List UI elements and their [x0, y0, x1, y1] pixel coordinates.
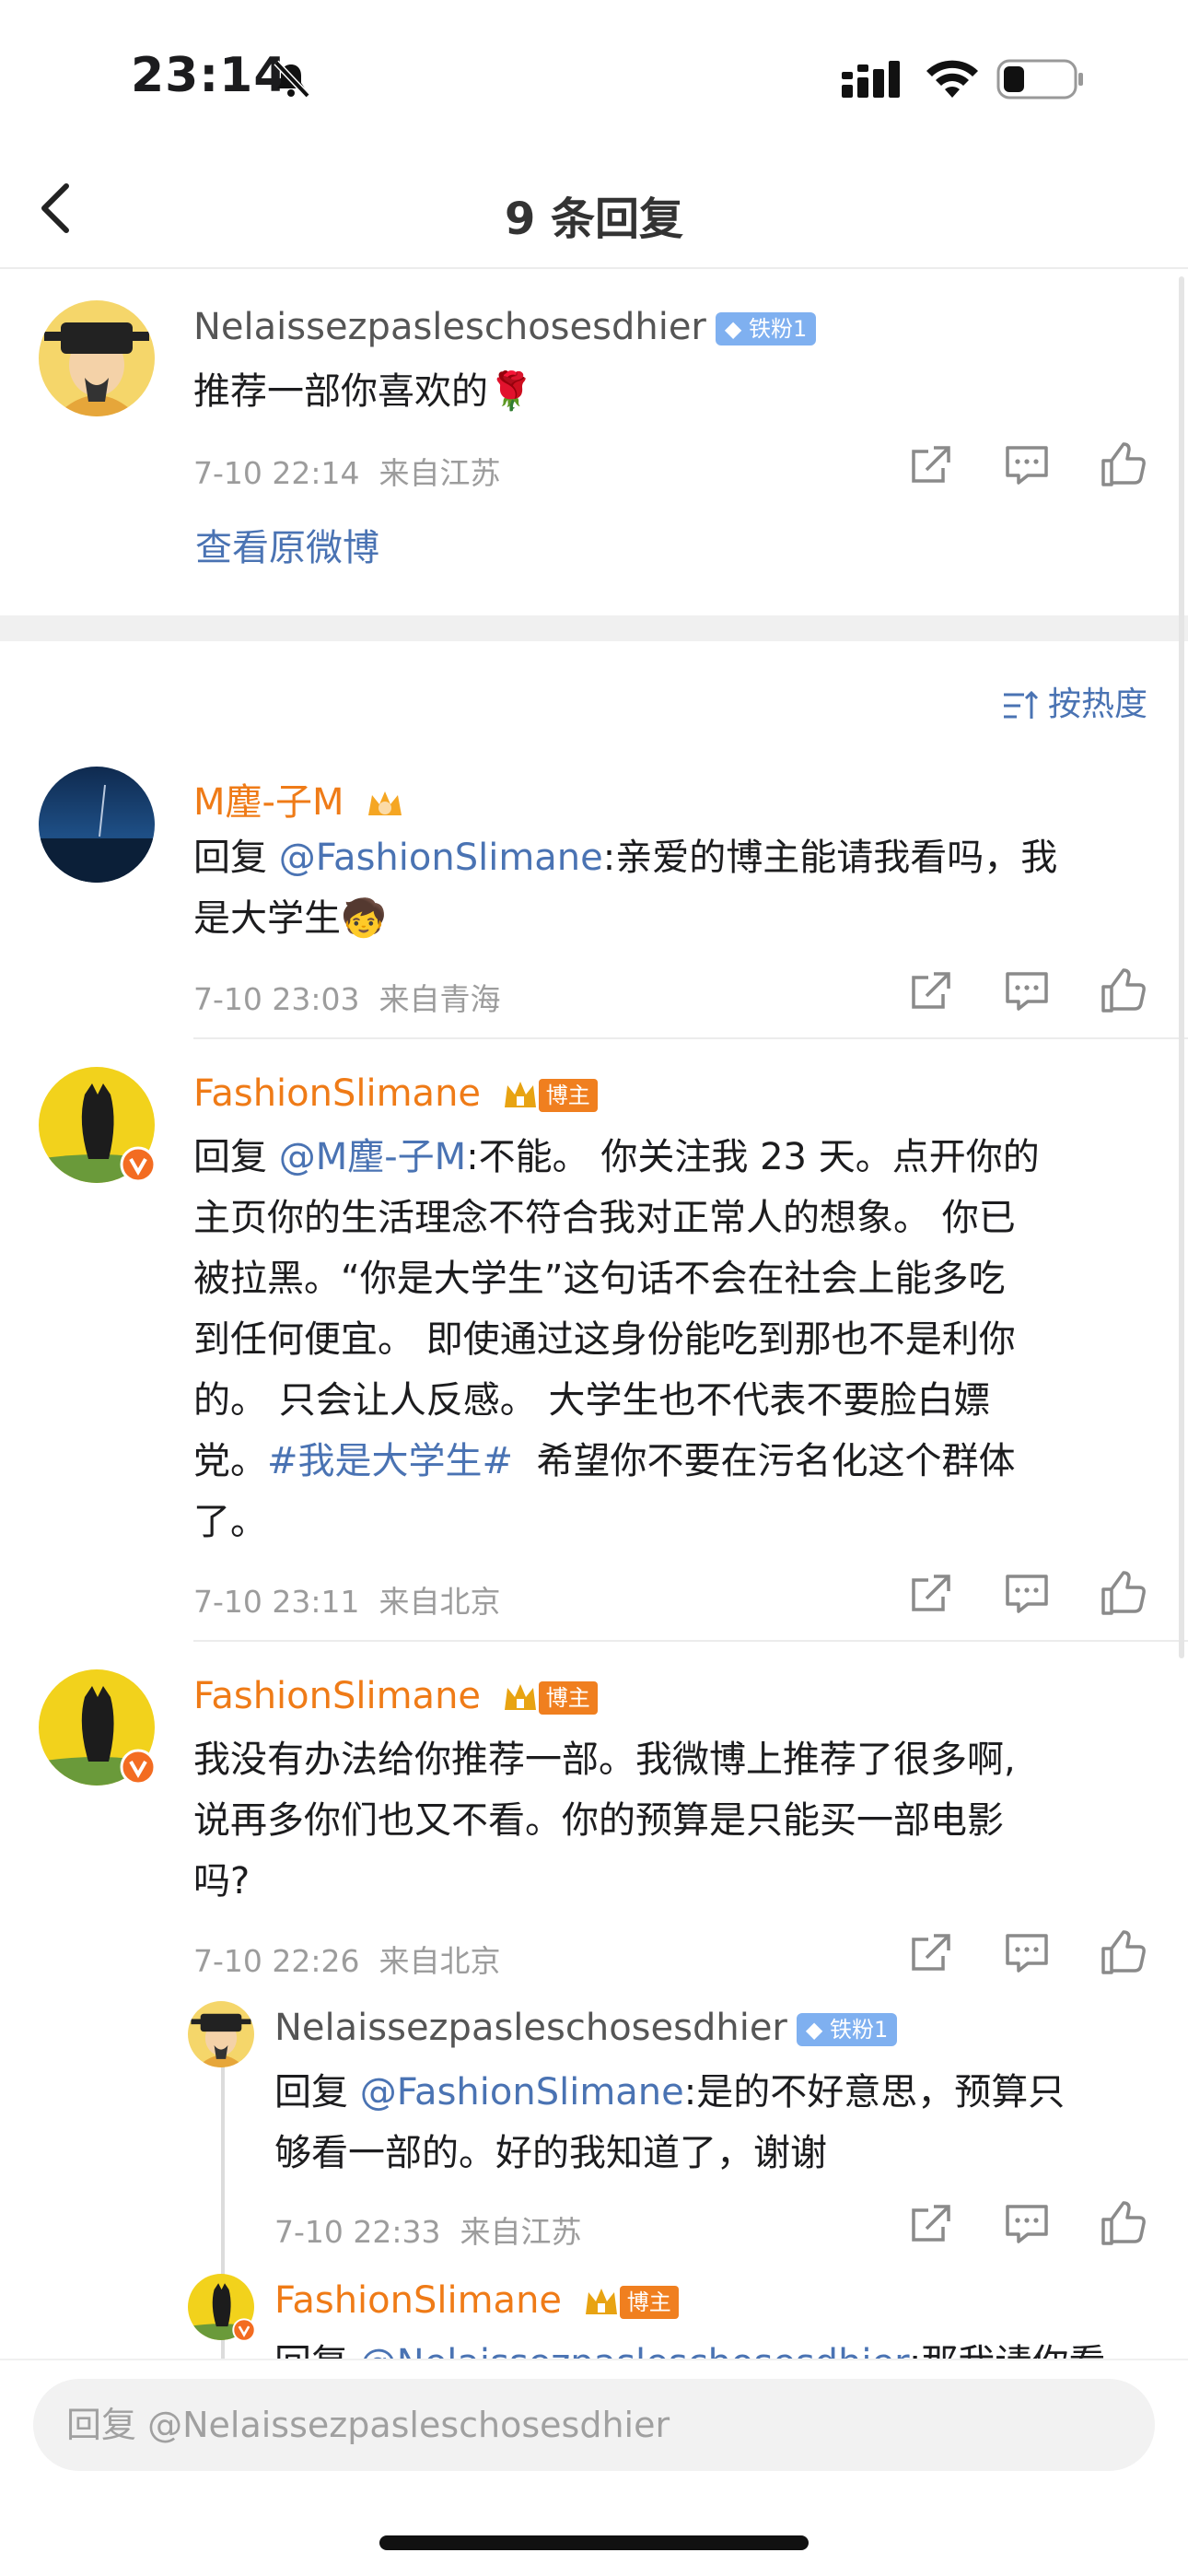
like-icon[interactable]: [1098, 1928, 1147, 1978]
mention-link[interactable]: @FashionSlimane: [360, 2071, 684, 2113]
reply-text: 回复 @FashionSlimane:是的不好意思，预算只 够看一部的。好的我知…: [274, 2071, 1066, 2174]
reply-input[interactable]: [33, 2379, 1155, 2471]
share-icon[interactable]: [906, 1569, 956, 1619]
share-icon[interactable]: [906, 440, 956, 490]
comment-icon[interactable]: [1002, 966, 1052, 1016]
comment-icon[interactable]: [1002, 2199, 1052, 2249]
fan-badge: ◆ 铁粉1: [715, 312, 817, 345]
comment-text: 回复 @FashionSlimane:亲爱的博主能请我看吗，我 是大学生🧒: [193, 837, 1058, 940]
avatar[interactable]: [188, 2001, 254, 2067]
section-divider: [0, 615, 1188, 641]
comment-icon[interactable]: [1002, 1569, 1052, 1619]
sort-button[interactable]: 按热度: [1002, 677, 1147, 725]
username[interactable]: M麈-子M: [193, 772, 405, 825]
battery-icon: [996, 59, 1083, 100]
view-original-link[interactable]: 查看原微博: [195, 518, 379, 571]
like-icon[interactable]: [1098, 440, 1147, 490]
like-icon[interactable]: [1098, 2199, 1147, 2249]
blogger-badge: 博主: [538, 1681, 598, 1715]
post-text: 推荐一部你喜欢的🌹: [193, 370, 534, 413]
sort-icon: [1003, 690, 1039, 719]
verified-badge-icon: [232, 2318, 256, 2342]
vip-crown-icon: [368, 791, 402, 815]
like-icon[interactable]: [1098, 966, 1147, 1016]
share-icon[interactable]: [906, 1928, 956, 1978]
page-title: 9 条回复: [504, 193, 684, 245]
username[interactable]: FashionSlimane 博主: [193, 1675, 598, 1717]
verified-badge-icon: [120, 1749, 157, 1786]
post-meta: 7-10 22:14 来自江苏: [193, 455, 501, 491]
fan-badge: ◆ 铁粉1: [796, 2013, 898, 2046]
hashtag-link[interactable]: #我是大学生#: [267, 1440, 513, 1482]
username[interactable]: Nelaissezpasleschosesdhier ◆ 铁粉1: [193, 306, 817, 348]
share-icon[interactable]: [906, 966, 956, 1016]
avatar[interactable]: [39, 300, 155, 416]
status-time: 23:14: [131, 48, 288, 103]
username[interactable]: FashionSlimane 博主: [274, 2279, 679, 2322]
mention-link[interactable]: @M麈-子M: [279, 1136, 466, 1178]
username[interactable]: Nelaissezpasleschosesdhier ◆ 铁粉1: [274, 2007, 898, 2049]
like-icon[interactable]: [1098, 1569, 1147, 1619]
divider: [193, 1037, 1188, 1039]
cellular-signal-icon: [842, 61, 900, 98]
comment-text: 我没有办法给你推荐一部。我微博上推荐了很多啊, 说再多你们也又不看。你的预算是只…: [193, 1739, 1016, 1903]
crown-icon: [585, 2289, 617, 2314]
scrollbar[interactable]: [1179, 276, 1184, 1658]
comment-text: 回复 @M麈-子M:不能。 你关注我 23 天。点开你的 主页你的生活理念不符合…: [193, 1136, 1040, 1543]
comment-icon[interactable]: [1002, 440, 1052, 490]
comment-meta: 7-10 23:11 来自北京: [193, 1584, 501, 1620]
reply-meta: 7-10 22:33 来自江苏: [274, 2214, 582, 2250]
crown-icon: [504, 1684, 536, 1710]
share-icon[interactable]: [906, 2199, 956, 2249]
avatar[interactable]: [39, 767, 155, 883]
divider: [193, 1640, 1188, 1642]
status-bar: 23:14: [0, 0, 1188, 147]
student-emoji-icon: 🧒: [341, 897, 387, 940]
rose-icon: 🌹: [488, 370, 534, 413]
home-indicator[interactable]: [379, 2535, 809, 2550]
username[interactable]: FashionSlimane 博主: [193, 1072, 598, 1115]
comment-icon[interactable]: [1002, 1928, 1052, 1978]
verified-badge-icon: [120, 1146, 157, 1183]
crown-icon: [504, 1082, 536, 1107]
comment-meta: 7-10 23:03 来自青海: [193, 981, 501, 1017]
comment-meta: 7-10 22:26 来自北京: [193, 1943, 501, 1979]
bell-off-icon: [274, 60, 310, 99]
mention-link[interactable]: @FashionSlimane: [279, 837, 603, 879]
nav-bar: 9 条回复: [0, 147, 1188, 269]
blogger-badge: 博主: [619, 2286, 679, 2319]
blogger-badge: 博主: [538, 1079, 598, 1112]
wifi-icon: [926, 60, 978, 98]
